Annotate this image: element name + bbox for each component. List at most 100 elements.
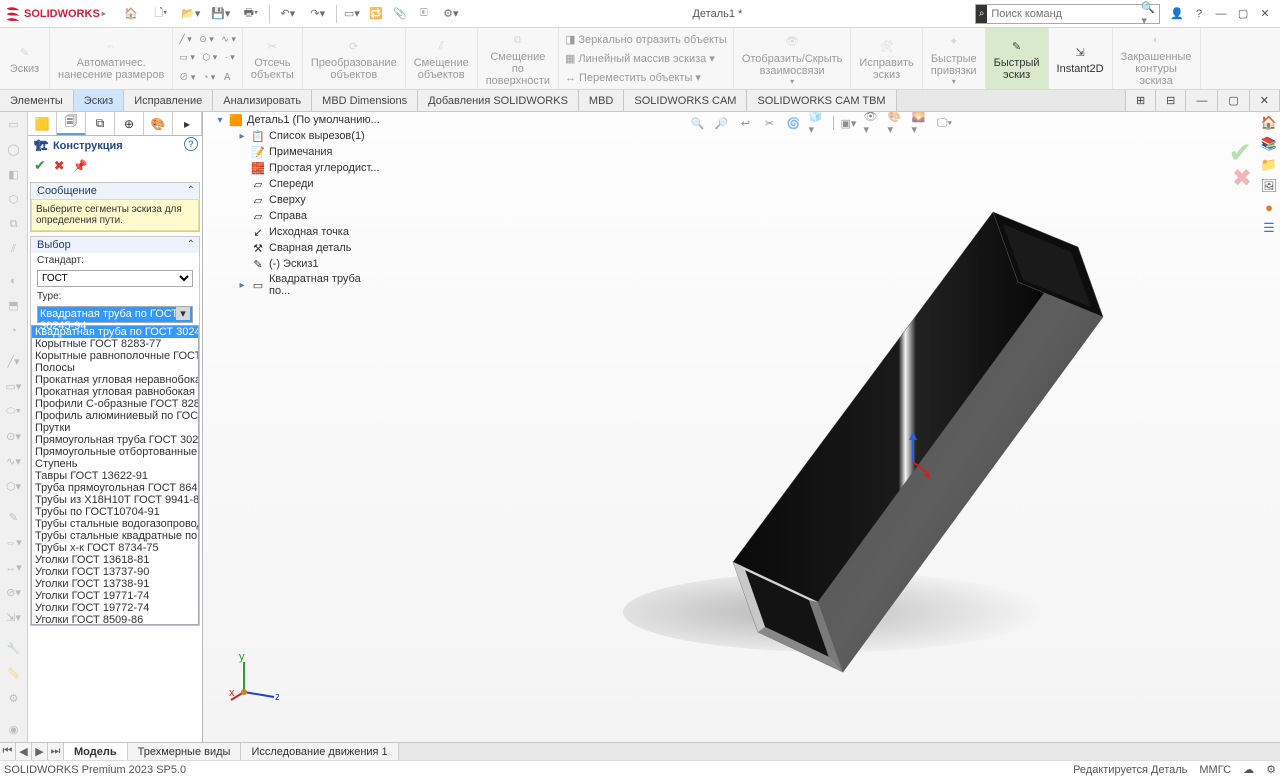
tab-analyze[interactable]: Анализировать [213, 90, 312, 111]
fl-btn-4[interactable]: ⬡ [4, 190, 24, 209]
tree-front[interactable]: Спереди [269, 178, 314, 190]
fl-btn-11[interactable]: ▭▾ [4, 377, 24, 396]
taskpane-view-palette-icon[interactable]: 🖼 [1260, 177, 1278, 195]
section-view-icon[interactable]: ✂ [761, 114, 779, 132]
bottom-tab-model[interactable]: Модель [64, 743, 128, 760]
tab-swcam-tbm[interactable]: SOLIDWORKS CAM TBM [747, 90, 896, 111]
minimize-button[interactable]: — [1210, 3, 1232, 25]
fl-btn-3[interactable]: ◧ [4, 165, 24, 184]
nav-next[interactable]: ▶ [32, 743, 48, 760]
view-orient-icon[interactable]: 🧊▾ [809, 114, 827, 132]
expand-icon[interactable]: ▸ [237, 131, 247, 142]
type-option[interactable]: Труба прямоугольная ГОСТ 8645-68 [32, 482, 198, 494]
status-cloud-icon[interactable]: ☁ [1243, 763, 1254, 776]
confirm-corner-cancel[interactable]: ✖ [1232, 164, 1252, 193]
taskpane-custom-props-icon[interactable]: ☰ [1260, 219, 1278, 237]
fl-btn-6[interactable]: ⫽ [4, 240, 24, 259]
ribbon-convert[interactable]: ⟳Преобразование объектов [303, 28, 406, 89]
type-option[interactable]: Уголки ГОСТ 19772-74 [32, 602, 198, 614]
display-style-icon[interactable]: ▣▾ [840, 114, 858, 132]
tab-tile-2[interactable]: ⊟ [1156, 90, 1186, 111]
tab-window-max[interactable]: ▢ [1218, 90, 1249, 111]
ribbon-offset[interactable]: ⫽Смещение объектов [406, 28, 478, 89]
taskpane-appearance-icon[interactable]: ● [1260, 198, 1278, 216]
pmgr-tab-config[interactable]: ⧉ [86, 112, 115, 135]
ribbon-repair[interactable]: 🛠Исправить эскиз [851, 28, 922, 89]
type-option[interactable]: Полосы [32, 362, 198, 374]
status-units[interactable]: ММГС [1199, 764, 1231, 776]
command-search[interactable]: ⌕ 🔍▾ [975, 4, 1160, 24]
type-option[interactable]: Прокатная угловая равнобокая ста [32, 386, 198, 398]
ribbon-autodim[interactable]: ⇔Автоматичес. нанесение размеров [50, 28, 173, 89]
fl-btn-19[interactable]: ⊘▾ [4, 583, 24, 602]
ribbon-surface-offset[interactable]: ⧉Смещение по поверхности [478, 28, 559, 89]
type-option[interactable]: Ступень [32, 458, 198, 470]
taskpane-file-expl-icon[interactable]: 📁 [1260, 156, 1278, 174]
fl-btn-23[interactable]: ⚙ [4, 689, 24, 708]
type-option[interactable]: Профиль алюминиевый по ГОСТ 222 [32, 410, 198, 422]
new-button[interactable]: 🗋▾ [147, 3, 175, 25]
filter-button[interactable]: 🗉 [413, 3, 435, 25]
ribbon-quicksketch[interactable]: ✎Быстрый эскиз [986, 28, 1049, 89]
tab-tile-1[interactable]: ⊞ [1125, 90, 1156, 111]
save-button[interactable]: 💾▾ [207, 3, 235, 25]
tree-notes[interactable]: Примечания [269, 146, 333, 158]
standard-select[interactable]: ГОСТ [37, 270, 193, 287]
fl-btn-24[interactable]: ◉ [4, 720, 24, 739]
collapse-icon[interactable]: ⌃ [187, 239, 195, 250]
collapse-icon[interactable]: ⌃ [187, 185, 195, 196]
home-button[interactable]: 🏠 [117, 3, 145, 25]
status-gear-icon[interactable]: ⚙ [1266, 763, 1276, 776]
close-button[interactable]: ✕ [1254, 3, 1276, 25]
type-option[interactable]: Трубы из Х18Н10Т ГОСТ 9941-81 [32, 494, 198, 506]
rebuild-button[interactable]: 🔁 [365, 3, 387, 25]
tab-sketch[interactable]: Эскиз [74, 90, 124, 111]
tab-addins[interactable]: Добавления SOLIDWORKS [418, 90, 579, 111]
settings-button[interactable]: ⚙▾ [437, 3, 465, 25]
fl-btn-17[interactable]: ⇔▾ [4, 533, 24, 552]
cancel-button[interactable]: ✖ [54, 158, 65, 174]
ribbon-shaded[interactable]: ◐Закрашенные контуры эскиза [1113, 28, 1201, 89]
pmgr-tab-dimxpert[interactable]: ⊕ [115, 112, 144, 135]
type-option[interactable]: Тавры ГОСТ 13622-91 [32, 470, 198, 482]
bottom-tab-motion[interactable]: Исследование движения 1 [241, 743, 398, 760]
type-option[interactable]: Уголки ГОСТ 13737-90 [32, 566, 198, 578]
fl-btn-21[interactable]: 🔧 [4, 639, 24, 658]
ok-button[interactable]: ✔ [34, 157, 46, 174]
pmgr-tab-property[interactable]: 🗐 [57, 112, 86, 135]
tree-sketch[interactable]: (-) Эскиз1 [269, 258, 319, 270]
fl-btn-1[interactable]: ▭ [4, 115, 24, 134]
view-settings-icon[interactable]: 🖵▾ [936, 114, 954, 132]
tree-root[interactable]: Деталь1 (По умолчанию... [247, 114, 380, 126]
nav-prev[interactable]: ◀ [16, 743, 32, 760]
expand-icon[interactable]: ▾ [215, 115, 225, 126]
user-icon[interactable]: 👤 [1166, 3, 1188, 25]
fl-btn-16[interactable]: ✎ [4, 508, 24, 527]
fl-btn-20[interactable]: ⇲▾ [4, 608, 24, 627]
help-bubble-icon[interactable]: ? [184, 137, 198, 151]
type-option[interactable]: Трубы х-к ГОСТ 8734-75 [32, 542, 198, 554]
command-search-input[interactable] [987, 8, 1137, 20]
type-option[interactable]: Уголки ГОСТ 13738-91 [32, 578, 198, 590]
dynamic-view-icon[interactable]: 🌀 [785, 114, 803, 132]
pmgr-tab-more[interactable]: ▸ [173, 112, 202, 135]
type-option[interactable]: Прямоугольные отбортованные ГС [32, 446, 198, 458]
type-option[interactable]: Уголки ГОСТ 13618-81 [32, 554, 198, 566]
scene-icon[interactable]: 🌄▾ [912, 114, 930, 132]
tab-mbd[interactable]: MBD [579, 90, 624, 111]
fl-btn-12[interactable]: ⬭▾ [4, 402, 24, 421]
redo-button[interactable]: ↷▾ [304, 3, 332, 25]
tree-origin[interactable]: Исходная точка [269, 226, 349, 238]
type-select[interactable]: Квадратная труба по ГОСТ 30245-94▾ [37, 306, 193, 323]
ribbon-instant2d[interactable]: ⇲Instant2D [1049, 28, 1113, 89]
fl-btn-18[interactable]: ↔▾ [4, 558, 24, 577]
tree-cutlist[interactable]: Список вырезов(1) [269, 130, 365, 142]
appearance-icon[interactable]: 🎨▾ [888, 114, 906, 132]
fl-btn-14[interactable]: ∿▾ [4, 452, 24, 471]
fl-btn-7[interactable]: ◐ [4, 271, 24, 290]
pmgr-tab-appearance[interactable]: 🎨 [144, 112, 173, 135]
view-triad[interactable]: y z x [229, 652, 279, 702]
tab-mbd-dim[interactable]: MBD Dimensions [312, 90, 418, 111]
zoom-area-icon[interactable]: 🔎 [713, 114, 731, 132]
prev-view-icon[interactable]: ↩ [737, 114, 755, 132]
